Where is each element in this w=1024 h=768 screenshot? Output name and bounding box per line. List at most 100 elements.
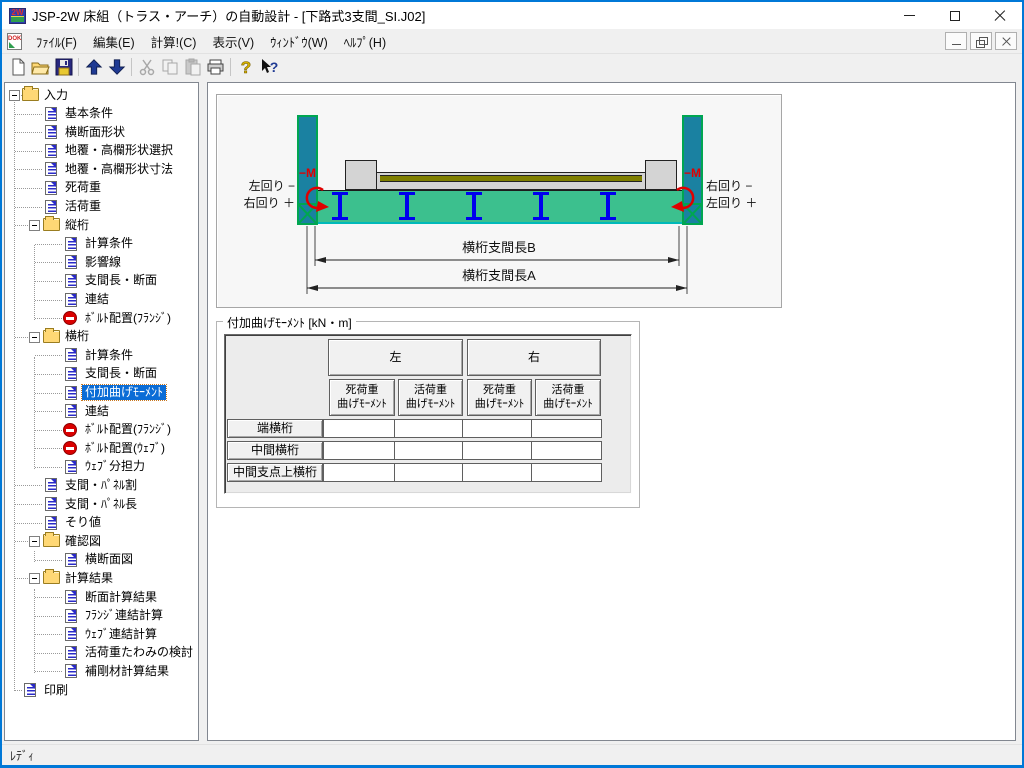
tree-item[interactable]: ﾎﾞﾙﾄ配置(ｳｪﾌﾞ) xyxy=(5,439,198,458)
tree-item-label[interactable]: 計算条件 xyxy=(82,236,136,251)
tree-item[interactable]: 活荷重たわみの検討 xyxy=(5,644,198,663)
table-cell[interactable] xyxy=(463,442,532,459)
tree-item[interactable]: 地覆・高欄形状寸法 xyxy=(5,160,198,179)
tree-item-label[interactable]: 計算条件 xyxy=(82,348,136,363)
tree-item-label[interactable]: 補剛材計算結果 xyxy=(82,664,172,679)
tree-item[interactable]: ﾌﾗﾝｼﾞ連結計算 xyxy=(5,607,198,626)
tree-item-label[interactable]: 支間・ﾊﾟﾈﾙ割 xyxy=(62,478,140,493)
tree-item[interactable]: 計算結果 xyxy=(5,569,198,588)
tree-item-label[interactable]: 活荷重たわみの検討 xyxy=(82,645,196,660)
tree-expand-toggle[interactable] xyxy=(29,536,40,547)
tree-item-label[interactable]: 地覆・高欄形状選択 xyxy=(62,143,176,158)
cut-button[interactable] xyxy=(135,56,158,78)
help-button[interactable]: ? xyxy=(234,56,257,78)
tree-item[interactable]: 影響線 xyxy=(5,253,198,272)
tree-expand-toggle[interactable] xyxy=(29,220,40,231)
tree-item[interactable]: 付加曲げﾓｰﾒﾝﾄ xyxy=(5,384,198,403)
pane-splitter[interactable] xyxy=(199,82,207,741)
tree-item-label[interactable]: 印刷 xyxy=(41,683,71,698)
open-button[interactable] xyxy=(29,56,52,78)
tree-item-label[interactable]: 横断面形状 xyxy=(62,125,128,140)
tree-expand-toggle[interactable] xyxy=(9,90,20,101)
mdi-close-button[interactable] xyxy=(995,32,1017,50)
tree-item-label[interactable]: 横桁 xyxy=(62,329,92,344)
tree-item[interactable]: 地覆・高欄形状選択 xyxy=(5,142,198,161)
tree-item[interactable]: 入力 xyxy=(5,86,198,105)
table-cell[interactable] xyxy=(532,464,601,481)
copy-button[interactable] xyxy=(158,56,181,78)
document-icon[interactable]: DOK xyxy=(7,33,22,50)
move-up-button[interactable] xyxy=(82,56,105,78)
tree-item-label[interactable]: 横断面図 xyxy=(82,552,136,567)
tree-item-label[interactable]: 連結 xyxy=(82,404,112,419)
paste-button[interactable] xyxy=(181,56,204,78)
tree-item[interactable]: ﾎﾞﾙﾄ配置(ﾌﾗﾝｼﾞ) xyxy=(5,309,198,328)
tree-item-label[interactable]: 連結 xyxy=(82,292,112,307)
tree-item-label[interactable]: 支間長・断面 xyxy=(82,366,160,381)
tree-item[interactable]: 支間長・断面 xyxy=(5,365,198,384)
tree-item[interactable]: 横断面形状 xyxy=(5,123,198,142)
tree-item[interactable]: ﾎﾞﾙﾄ配置(ﾌﾗﾝｼﾞ) xyxy=(5,421,198,440)
tree-item[interactable]: ｳｪﾌﾞ分担力 xyxy=(5,458,198,477)
print-button[interactable] xyxy=(204,56,227,78)
tree-item[interactable]: 死荷重 xyxy=(5,179,198,198)
table-cell[interactable] xyxy=(532,420,601,437)
minimize-button[interactable] xyxy=(887,2,932,29)
mdi-restore-button[interactable] xyxy=(970,32,992,50)
tree-item-label[interactable]: 支間長・断面 xyxy=(82,273,160,288)
tree-item-label[interactable]: 付加曲げﾓｰﾒﾝﾄ xyxy=(82,385,166,400)
mdi-minimize-button[interactable] xyxy=(945,32,967,50)
maximize-button[interactable] xyxy=(932,2,977,29)
tree-item-label[interactable]: 入力 xyxy=(41,88,71,103)
tree-item[interactable]: 計算条件 xyxy=(5,346,198,365)
tree-item[interactable]: 連結 xyxy=(5,402,198,421)
table-cell[interactable] xyxy=(324,442,395,459)
tree-item[interactable]: 補剛材計算結果 xyxy=(5,662,198,681)
tree-item[interactable]: 横桁 xyxy=(5,328,198,347)
table-cell[interactable] xyxy=(324,464,395,481)
tree-item[interactable]: 支間・ﾊﾟﾈﾙ割 xyxy=(5,476,198,495)
menu-help[interactable]: ﾍﾙﾌﾟ(H) xyxy=(336,29,394,54)
menu-view[interactable]: 表示(V) xyxy=(204,29,262,54)
tree-item[interactable]: 連結 xyxy=(5,291,198,310)
tree-item-label[interactable]: 確認図 xyxy=(62,534,104,549)
tree-item-label[interactable]: 断面計算結果 xyxy=(82,590,160,605)
tree-item-label[interactable]: ｳｪﾌﾞ連結計算 xyxy=(82,627,160,642)
save-button[interactable] xyxy=(52,56,75,78)
tree-item-label[interactable]: そり値 xyxy=(62,515,104,530)
table-cell[interactable] xyxy=(463,464,532,481)
tree-item[interactable]: そり値 xyxy=(5,514,198,533)
tree-item[interactable]: 印刷 xyxy=(5,681,198,700)
tree-item[interactable]: 基本条件 xyxy=(5,105,198,124)
tree-item-label[interactable]: ﾎﾞﾙﾄ配置(ﾌﾗﾝｼﾞ) xyxy=(82,311,174,326)
table-cell[interactable] xyxy=(463,420,532,437)
tree-item[interactable]: 支間・ﾊﾟﾈﾙ長 xyxy=(5,495,198,514)
menu-calculate[interactable]: 計算!(C) xyxy=(143,29,205,54)
menu-window[interactable]: ｳｨﾝﾄﾞｳ(W) xyxy=(262,29,336,54)
new-button[interactable] xyxy=(6,56,29,78)
tree-item-label[interactable]: 支間・ﾊﾟﾈﾙ長 xyxy=(62,497,140,512)
tree-item[interactable]: 支間長・断面 xyxy=(5,272,198,291)
tree-pane[interactable]: 入力基本条件横断面形状地覆・高欄形状選択地覆・高欄形状寸法死荷重活荷重縦桁計算条… xyxy=(4,82,199,741)
table-cell[interactable] xyxy=(532,442,601,459)
tree-item[interactable]: 断面計算結果 xyxy=(5,588,198,607)
menu-file[interactable]: ﾌｧｲﾙ(F) xyxy=(28,29,85,54)
tree-item-label[interactable]: 縦桁 xyxy=(62,218,92,233)
table-cell[interactable] xyxy=(324,420,395,437)
move-down-button[interactable] xyxy=(105,56,128,78)
close-button[interactable] xyxy=(977,2,1022,29)
tree-item-label[interactable]: 活荷重 xyxy=(62,199,104,214)
tree-item-label[interactable]: 基本条件 xyxy=(62,106,116,121)
tree-item[interactable]: 縦桁 xyxy=(5,216,198,235)
tree-item-label[interactable]: ﾎﾞﾙﾄ配置(ﾌﾗﾝｼﾞ) xyxy=(82,422,174,437)
menu-edit[interactable]: 編集(E) xyxy=(85,29,143,54)
tree-expand-toggle[interactable] xyxy=(29,573,40,584)
tree-item[interactable]: 活荷重 xyxy=(5,198,198,217)
tree-item-label[interactable]: ﾌﾗﾝｼﾞ連結計算 xyxy=(82,608,166,623)
table-cell[interactable] xyxy=(395,464,463,481)
table-cell[interactable] xyxy=(395,442,463,459)
tree-item-label[interactable]: 死荷重 xyxy=(62,180,104,195)
tree-item-label[interactable]: ｳｪﾌﾞ分担力 xyxy=(82,459,148,474)
tree-item-label[interactable]: 影響線 xyxy=(82,255,124,270)
tree-expand-toggle[interactable] xyxy=(29,332,40,343)
